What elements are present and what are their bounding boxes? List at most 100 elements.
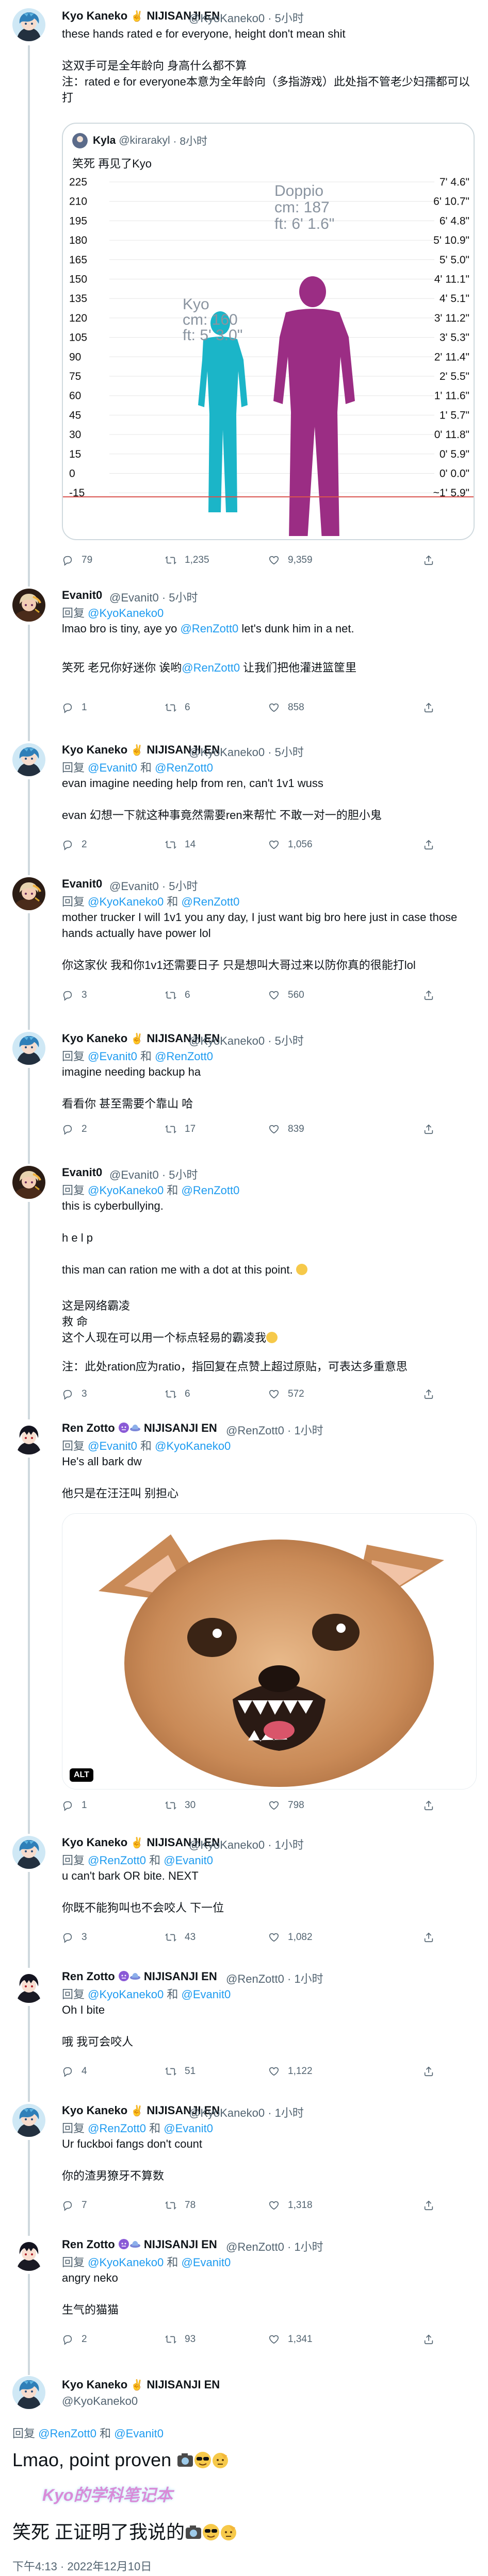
tweet[interactable]: Kyo Kaneko ✌️ NIJISANJI EN @KyoKaneko0 ·… xyxy=(0,0,488,577)
mention-link[interactable]: @RenZott0 xyxy=(180,622,238,635)
reply-button[interactable]: 4 xyxy=(62,2064,87,2079)
retweet-button[interactable]: 17 xyxy=(165,1122,196,1137)
mention-link[interactable]: @RenZott0 xyxy=(182,661,240,674)
user-handle[interactable]: @KyoKaneko0 xyxy=(62,2395,138,2408)
share-button[interactable] xyxy=(423,837,443,852)
retweet-button[interactable]: 1,235 xyxy=(165,553,209,568)
user-handle[interactable]: @KyoKaneko0 · 5小时 xyxy=(189,1032,304,1048)
mention-link[interactable]: @KyoKaneko0 xyxy=(88,895,164,908)
mention-link[interactable]: @KyoKaneko0 xyxy=(88,1988,164,2001)
reply-button[interactable]: 1 xyxy=(62,1798,87,1813)
alt-badge[interactable]: ALT xyxy=(70,1768,93,1782)
avatar[interactable] xyxy=(12,1166,45,1199)
reply-button[interactable]: 2 xyxy=(62,837,87,852)
display-name[interactable]: Evanit0 xyxy=(62,877,102,891)
reply-button[interactable]: 3 xyxy=(62,1930,87,1945)
mention-link[interactable]: @KyoKaneko0 xyxy=(88,607,164,620)
share-button[interactable] xyxy=(423,988,443,1003)
user-handle[interactable]: @RenZott0 · 1小时 xyxy=(226,2238,323,2254)
share-button[interactable] xyxy=(423,1798,443,1813)
like-button[interactable]: 839 xyxy=(268,1122,304,1137)
avatar[interactable] xyxy=(12,1836,45,1869)
mention-link[interactable]: @RenZott0 xyxy=(182,1184,240,1197)
retweet-button[interactable]: 14 xyxy=(165,837,196,852)
retweet-button[interactable]: 6 xyxy=(165,1386,190,1402)
mention-link[interactable]: @RenZott0 xyxy=(155,1050,213,1063)
like-button[interactable]: 798 xyxy=(268,1798,304,1813)
user-handle[interactable]: @KyoKaneko0 · 1小时 xyxy=(189,1836,304,1852)
tweet[interactable]: Evanit0 @Evanit0 · 5小时 回复 @KyoKaneko0 和 … xyxy=(0,1155,488,1412)
retweet-button[interactable]: 6 xyxy=(165,700,190,715)
user-handle[interactable]: @KyoKaneko0 · 1小时 xyxy=(189,2104,304,2120)
tweet-media[interactable]: ALT xyxy=(62,1513,477,1789)
retweet-button[interactable]: 51 xyxy=(165,2064,196,2079)
like-button[interactable]: 858 xyxy=(268,700,304,715)
mention-link[interactable]: @Evanit0 xyxy=(164,1854,213,1867)
user-handle[interactable]: @Evanit0 · 5小时 xyxy=(109,877,198,894)
mention-link[interactable]: @RenZott0 xyxy=(88,1854,146,1867)
share-button[interactable] xyxy=(423,1386,443,1402)
tweet[interactable]: Kyo Kaneko ✌️ NIJISANJI EN @KyoKaneko0 ·… xyxy=(0,732,488,866)
reply-button[interactable]: 3 xyxy=(62,1386,87,1402)
tweet[interactable]: Kyo Kaneko ✌️ NIJISANJI EN @KyoKaneko0 ·… xyxy=(0,1021,488,1155)
like-button[interactable]: 1,082 xyxy=(268,1930,313,1945)
avatar[interactable] xyxy=(12,589,45,622)
share-button[interactable] xyxy=(423,2332,443,2347)
avatar[interactable] xyxy=(12,2104,45,2137)
avatar[interactable] xyxy=(12,2376,45,2409)
user-handle[interactable]: @Evanit0 · 5小时 xyxy=(109,589,198,605)
tweet[interactable]: Kyo Kaneko ✌️ NIJISANJI EN @KyoKaneko0 ·… xyxy=(0,2093,488,2227)
share-button[interactable] xyxy=(423,553,443,568)
quoted-tweet[interactable]: Kyla @kirarakyl · 8小时 笑死 再见了Kyo 225 210 19… xyxy=(62,123,475,540)
avatar[interactable] xyxy=(12,1032,45,1065)
like-button[interactable]: 1,341 xyxy=(268,2332,313,2347)
share-button[interactable] xyxy=(423,1122,443,1137)
share-button[interactable] xyxy=(423,700,443,715)
retweet-button[interactable]: 78 xyxy=(165,2198,196,2213)
main-tweet[interactable]: Kyo Kaneko ✌️ NIJISANJI EN @KyoKaneko0 回… xyxy=(0,2361,488,2576)
avatar[interactable] xyxy=(12,743,45,776)
reply-button[interactable]: 79 xyxy=(62,553,92,568)
avatar[interactable] xyxy=(12,877,45,910)
reply-button[interactable]: 2 xyxy=(62,2332,87,2347)
display-name[interactable]: Ren Zotto NIJISANJI EN xyxy=(62,1970,217,1983)
like-button[interactable]: 560 xyxy=(268,988,304,1003)
mention-link[interactable]: @Evanit0 xyxy=(114,2427,164,2440)
share-button[interactable] xyxy=(423,2198,443,2213)
mention-link[interactable]: @KyoKaneko0 xyxy=(88,2256,164,2269)
avatar[interactable] xyxy=(12,8,45,41)
mention-link[interactable]: @RenZott0 xyxy=(88,2122,146,2135)
mention-link[interactable]: @RenZott0 xyxy=(38,2427,96,2440)
avatar[interactable] xyxy=(12,1970,45,2003)
reply-button[interactable]: 7 xyxy=(62,2198,87,2213)
mention-link[interactable]: @Evanit0 xyxy=(164,2122,213,2135)
tweet[interactable]: Ren Zotto NIJISANJI EN @RenZott0 · 1小时 回… xyxy=(0,2227,488,2361)
tweet-timestamp[interactable]: 下午4:13 · 2022年12月10日 xyxy=(12,2557,152,2574)
like-button[interactable]: 1,056 xyxy=(268,837,313,852)
like-button[interactable]: 9,359 xyxy=(268,553,313,568)
display-name[interactable]: Kyo Kaneko ✌️ NIJISANJI EN xyxy=(62,2378,220,2391)
user-handle[interactable]: @KyoKaneko0 · 5小时 xyxy=(189,743,304,760)
tweet[interactable]: Evanit0 @Evanit0 · 5小时 回复 @KyoKaneko0 和 … xyxy=(0,866,488,1021)
reply-button[interactable]: 3 xyxy=(62,988,87,1003)
mention-link[interactable]: @KyoKaneko0 xyxy=(155,1440,231,1452)
tweet[interactable]: Ren Zotto NIJISANJI EN @RenZott0 · 1小时 回… xyxy=(0,1959,488,2093)
tweet[interactable]: Evanit0 @Evanit0 · 5小时 回复 @KyoKaneko0 lm… xyxy=(0,577,488,732)
reply-button[interactable]: 1 xyxy=(62,700,87,715)
mention-link[interactable]: @Evanit0 xyxy=(182,2256,231,2269)
display-name[interactable]: Evanit0 xyxy=(62,1166,102,1179)
mention-link[interactable]: @Evanit0 xyxy=(88,1440,137,1452)
mention-link[interactable]: @Evanit0 xyxy=(182,1988,231,2001)
mention-link[interactable]: @Evanit0 xyxy=(88,1050,137,1063)
like-button[interactable]: 1,318 xyxy=(268,2198,313,2213)
tweet[interactable]: Ren Zotto NIJISANJI EN @RenZott0 · 1小时 回… xyxy=(0,1412,488,1825)
reply-button[interactable]: 2 xyxy=(62,1122,87,1137)
display-name[interactable]: Ren Zotto NIJISANJI EN xyxy=(62,1421,217,1435)
share-button[interactable] xyxy=(423,2064,443,2079)
share-button[interactable] xyxy=(423,1930,443,1945)
retweet-button[interactable]: 43 xyxy=(165,1930,196,1945)
display-name[interactable]: Evanit0 xyxy=(62,589,102,602)
display-name[interactable]: Ren Zotto NIJISANJI EN xyxy=(62,2238,217,2251)
retweet-button[interactable]: 93 xyxy=(165,2332,196,2347)
mention-link[interactable]: @RenZott0 xyxy=(182,895,240,908)
